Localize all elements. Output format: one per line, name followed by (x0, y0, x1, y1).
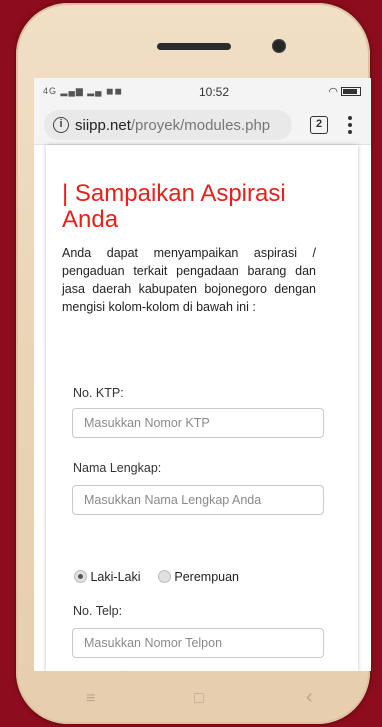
battery-icon (341, 87, 361, 96)
gender-female-label[interactable]: Perempuan (174, 570, 239, 584)
phone-frame: 4G ▂▄▆ ▂▄ ◼◼ 10:52 ◠ i siipp.net/proyek/… (16, 3, 371, 724)
address-bar[interactable]: i siipp.net/proyek/modules.php (44, 110, 292, 140)
wifi-battery-icon: ◠ (328, 85, 361, 98)
full-name-label: Nama Lengkap: (73, 461, 162, 475)
gender-male-radio[interactable] (74, 570, 87, 583)
back-icon[interactable]: ‹ (306, 686, 313, 709)
url-text: siipp.net/proyek/modules.php (75, 117, 270, 134)
network-type: 4G (43, 86, 58, 96)
info-icon[interactable]: i (53, 117, 69, 133)
url-path: /proyek/modules.php (130, 117, 271, 134)
browser-toolbar: i siipp.net/proyek/modules.php 2 (34, 105, 371, 145)
intro-text: Anda dapat menyampaikan aspirasi / penga… (62, 246, 316, 314)
phone-input[interactable] (72, 628, 324, 658)
recent-apps-icon[interactable]: ≡ (86, 690, 95, 708)
web-page-card: | Sampaikan Aspirasi Anda Anda dapat men… (46, 145, 358, 671)
gender-female-radio[interactable] (157, 570, 171, 583)
front-camera (272, 39, 286, 53)
android-nav-bar: ≡ □ ‹ (16, 680, 370, 720)
tab-switcher-button[interactable]: 2 (310, 116, 328, 134)
overflow-menu-icon[interactable] (345, 114, 355, 136)
page-title: | Sampaikan Aspirasi Anda (62, 180, 286, 233)
url-host: siipp.net (75, 117, 131, 134)
status-bar: 4G ▂▄▆ ▂▄ ◼◼ 10:52 ◠ (34, 78, 371, 105)
phone-screen: 4G ▂▄▆ ▂▄ ◼◼ 10:52 ◠ i siipp.net/proyek/… (34, 78, 371, 671)
ktp-label: No. KTP: (73, 386, 124, 400)
ktp-input[interactable] (72, 408, 324, 438)
status-time: 10:52 (199, 85, 230, 99)
full-name-input[interactable] (72, 485, 324, 515)
signal-icon: 4G ▂▄▆ ▂▄ ◼◼ (43, 86, 123, 96)
earpiece-speaker (157, 43, 231, 50)
gender-radio-group: Laki-Laki Perempuan (74, 570, 239, 584)
gender-male-label[interactable]: Laki-Laki (90, 570, 140, 584)
phone-label: No. Telp: (73, 604, 123, 618)
home-icon[interactable]: □ (194, 690, 204, 708)
